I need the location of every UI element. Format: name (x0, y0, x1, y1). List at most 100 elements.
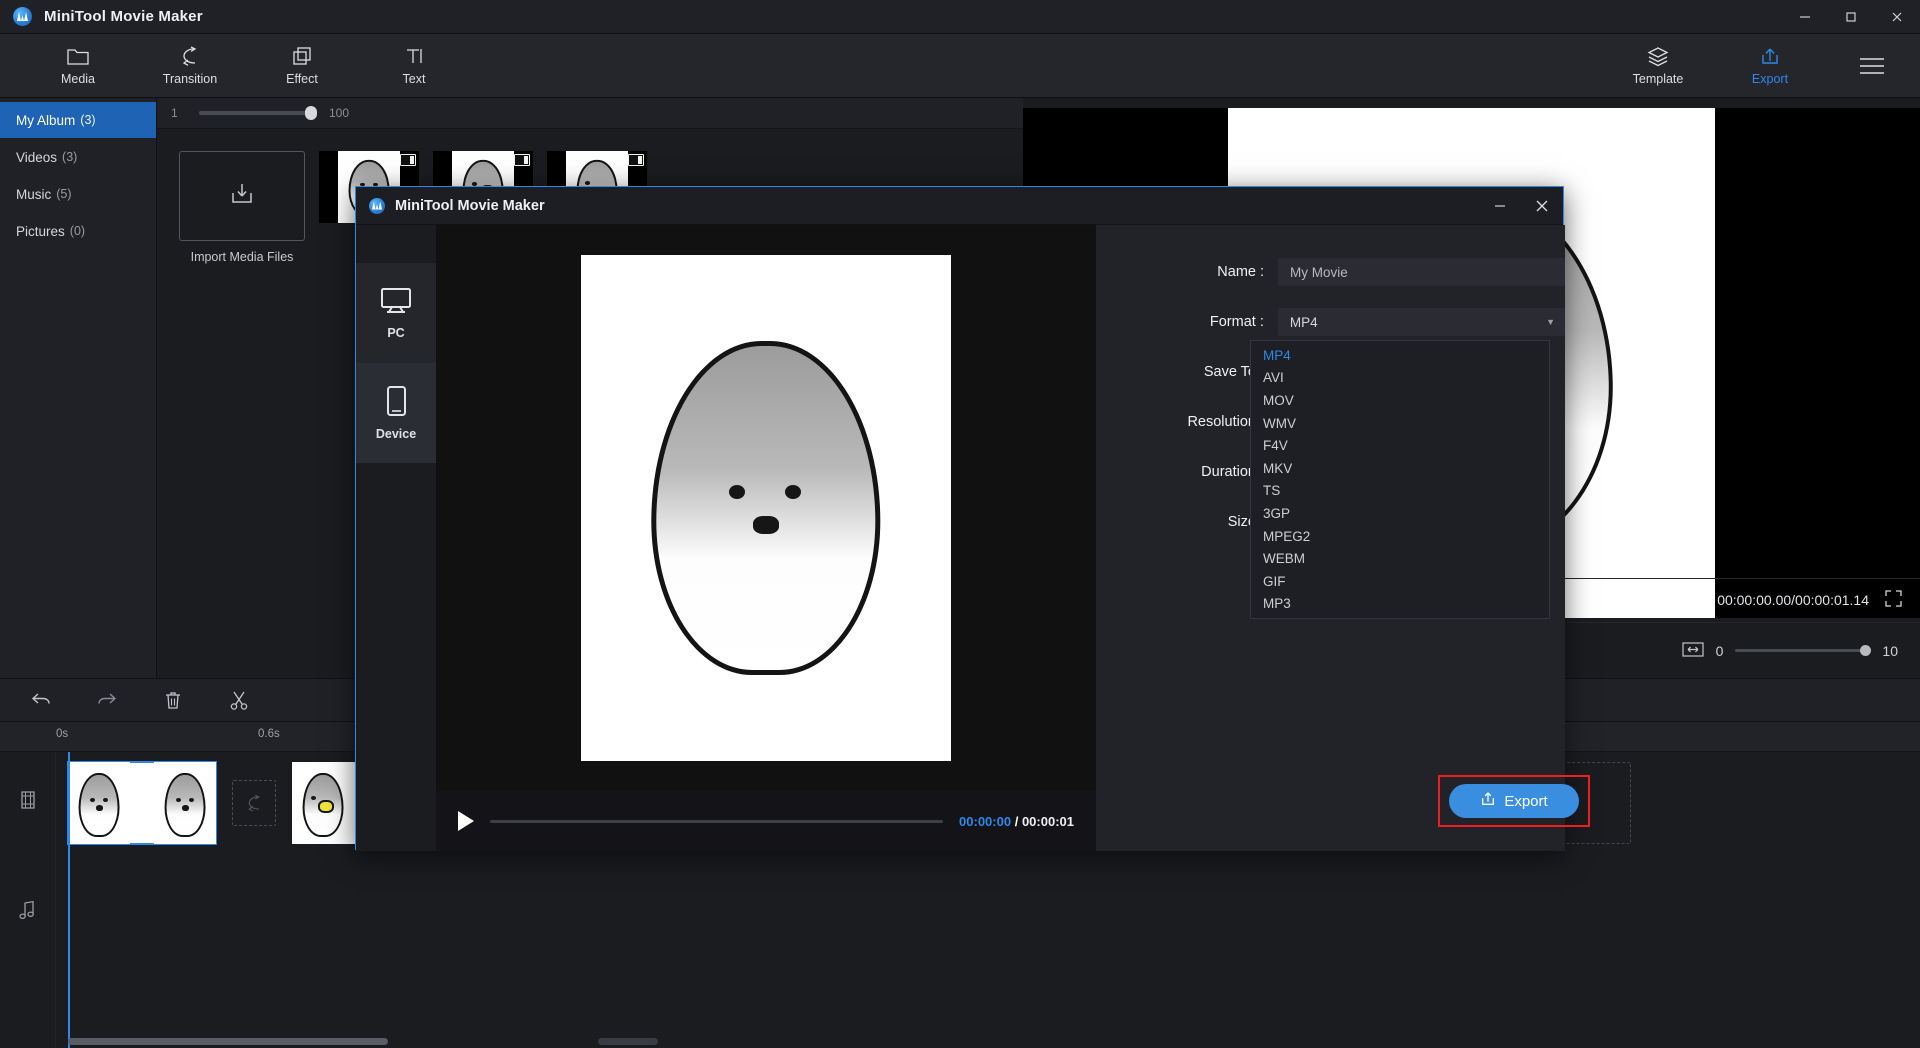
dropdown-option-webm[interactable]: WEBM (1251, 547, 1549, 570)
timeline-horizontal-scrollbar[interactable] (68, 1038, 388, 1045)
dropdown-option-mov[interactable]: MOV (1251, 389, 1549, 412)
slider-knob[interactable] (305, 106, 317, 120)
ribbon-item-label: Template (1632, 72, 1684, 86)
ribbon-left-group: Media Transition Effect Text (22, 36, 470, 96)
sidebar-item-my-album[interactable]: My Album (3) (0, 102, 156, 138)
dropdown-option-f4v[interactable]: F4V (1251, 434, 1549, 457)
destination-pc[interactable]: PC (356, 263, 436, 363)
library-zoom-slider[interactable] (199, 106, 317, 120)
sidebar-item-label: Music (16, 186, 52, 202)
dropdown-option-avi[interactable]: AVI (1251, 367, 1549, 390)
phone-icon (383, 385, 409, 420)
sidebar-item-pictures[interactable]: Pictures (0) (0, 213, 156, 249)
folder-icon (67, 45, 89, 67)
dropdown-option-mp3[interactable]: MP3 (1251, 593, 1549, 616)
destination-device[interactable]: Device (356, 363, 436, 463)
dropdown-option-gif[interactable]: GIF (1251, 570, 1549, 593)
export-upload-icon (1759, 45, 1781, 67)
zoom-slider-min: 1 (171, 106, 178, 120)
zoom-min-label: 0 (1715, 642, 1724, 659)
ribbon-item-label: Transition (162, 72, 218, 86)
format-dropdown-list[interactable]: MP4 AVI MOV WMV F4V MKV TS 3GP MPEG2 WEB… (1250, 340, 1550, 620)
import-media-cell[interactable]: Import Media Files (179, 151, 305, 264)
field-label: Format : (1209, 314, 1264, 330)
minimize-icon[interactable] (1479, 187, 1521, 225)
trash-icon[interactable] (160, 687, 186, 713)
ribbon-item-label: Media (60, 72, 96, 86)
sidebar-item-label: Videos (16, 149, 58, 165)
hamburger-menu-icon[interactable] (1846, 36, 1898, 96)
redo-icon[interactable] (94, 687, 120, 713)
zoom-slider-max: 100 (329, 106, 350, 120)
dropdown-option-mpeg2[interactable]: MPEG2 (1251, 525, 1549, 548)
zoom-max-label: 10 (1882, 642, 1898, 659)
name-input[interactable]: My Movie (1278, 258, 1565, 286)
slider-knob[interactable] (1860, 645, 1872, 656)
undo-icon[interactable] (28, 687, 54, 713)
timeline-playhead[interactable] (68, 752, 70, 1048)
transition-icon (179, 45, 201, 67)
playback-progress-slider[interactable] (490, 819, 944, 823)
sidebar-item-label: Pictures (16, 223, 65, 239)
export-button-label: Export (1504, 792, 1548, 810)
play-icon[interactable] (458, 811, 474, 831)
export-button[interactable]: Export (1449, 784, 1579, 818)
format-select[interactable]: MP4 ▼ (1277, 308, 1565, 336)
sidebar-item-label: My Album (16, 112, 76, 128)
sidebar-item-videos[interactable]: Videos (3) (0, 139, 156, 175)
ribbon-item-media[interactable]: Media (22, 36, 134, 96)
fullscreen-icon[interactable] (1885, 589, 1902, 610)
fit-to-width-icon[interactable] (1682, 641, 1704, 661)
ribbon-item-transition[interactable]: Transition (134, 36, 246, 96)
dropdown-option-wmv[interactable]: WMV (1251, 412, 1549, 435)
format-select-value: MP4 (1289, 314, 1318, 330)
ribbon-item-template[interactable]: Template (1602, 36, 1714, 96)
import-media-label: Import Media Files (190, 250, 294, 264)
timeline-zoom-slider[interactable] (1735, 645, 1872, 656)
dialog-preview: 00:00:00 / 00:00:01 (436, 225, 1096, 851)
ribbon-item-export[interactable]: Export (1714, 36, 1826, 96)
template-stack-icon (1646, 45, 1670, 67)
total-time: 00:00:01 (1021, 813, 1074, 829)
timeline-scroll-secondary[interactable] (598, 1038, 658, 1045)
scissors-icon[interactable] (226, 687, 252, 713)
dropdown-option-ts[interactable]: TS (1251, 480, 1549, 503)
dropdown-option-mp4[interactable]: MP4 (1251, 344, 1549, 367)
ruler-tick: 0s (56, 728, 69, 740)
close-icon[interactable] (1874, 0, 1920, 34)
ribbon-item-effect[interactable]: Effect (246, 36, 358, 96)
dropdown-option-3gp[interactable]: 3GP (1251, 502, 1549, 525)
maximize-icon[interactable] (1828, 0, 1874, 34)
window-controls (1782, 0, 1920, 34)
field-label: Name : (1217, 264, 1265, 280)
library-toolbar: 1 100 (157, 98, 1023, 129)
import-download-icon (227, 179, 257, 214)
dialog-title-bar: MiniTool Movie Maker (356, 187, 1563, 225)
minitool-logo-icon (13, 7, 32, 26)
film-strip-icon (18, 790, 38, 815)
video-badge-icon (514, 154, 530, 166)
sidebar-item-music[interactable]: Music (5) (0, 176, 156, 212)
chevron-down-icon[interactable]: ▼ (1546, 317, 1555, 327)
form-row-name: Name : My Movie (1096, 258, 1565, 286)
ribbon-item-label: Export (1751, 72, 1789, 86)
ruler-tick: 0.6s (258, 728, 280, 740)
import-media-button[interactable] (179, 151, 305, 241)
minimize-icon[interactable] (1782, 0, 1828, 34)
close-icon[interactable] (1521, 187, 1563, 225)
ribbon-item-text[interactable]: Text (358, 36, 470, 96)
app-title: MiniTool Movie Maker (44, 8, 203, 25)
timeline-clip[interactable] (67, 761, 217, 845)
title-bar: MiniTool Movie Maker (0, 0, 1920, 34)
timeline-transition-slot[interactable] (232, 780, 276, 826)
preview-timecode: 00:00:00.00/00:00:01.14 (1717, 591, 1869, 608)
dropdown-option-mkv[interactable]: MKV (1251, 457, 1549, 480)
sidebar-item-count: (3) (62, 150, 78, 164)
dialog-title: MiniTool Movie Maker (395, 197, 545, 214)
app-root: MiniTool Movie Maker Media Transition Ef… (0, 0, 1920, 1048)
dialog-preview-stage (436, 225, 1096, 791)
minitool-logo-icon (369, 197, 385, 214)
current-time: 00:00:00 (959, 813, 1012, 829)
effect-layers-icon (291, 45, 313, 67)
video-badge-icon (400, 154, 416, 166)
